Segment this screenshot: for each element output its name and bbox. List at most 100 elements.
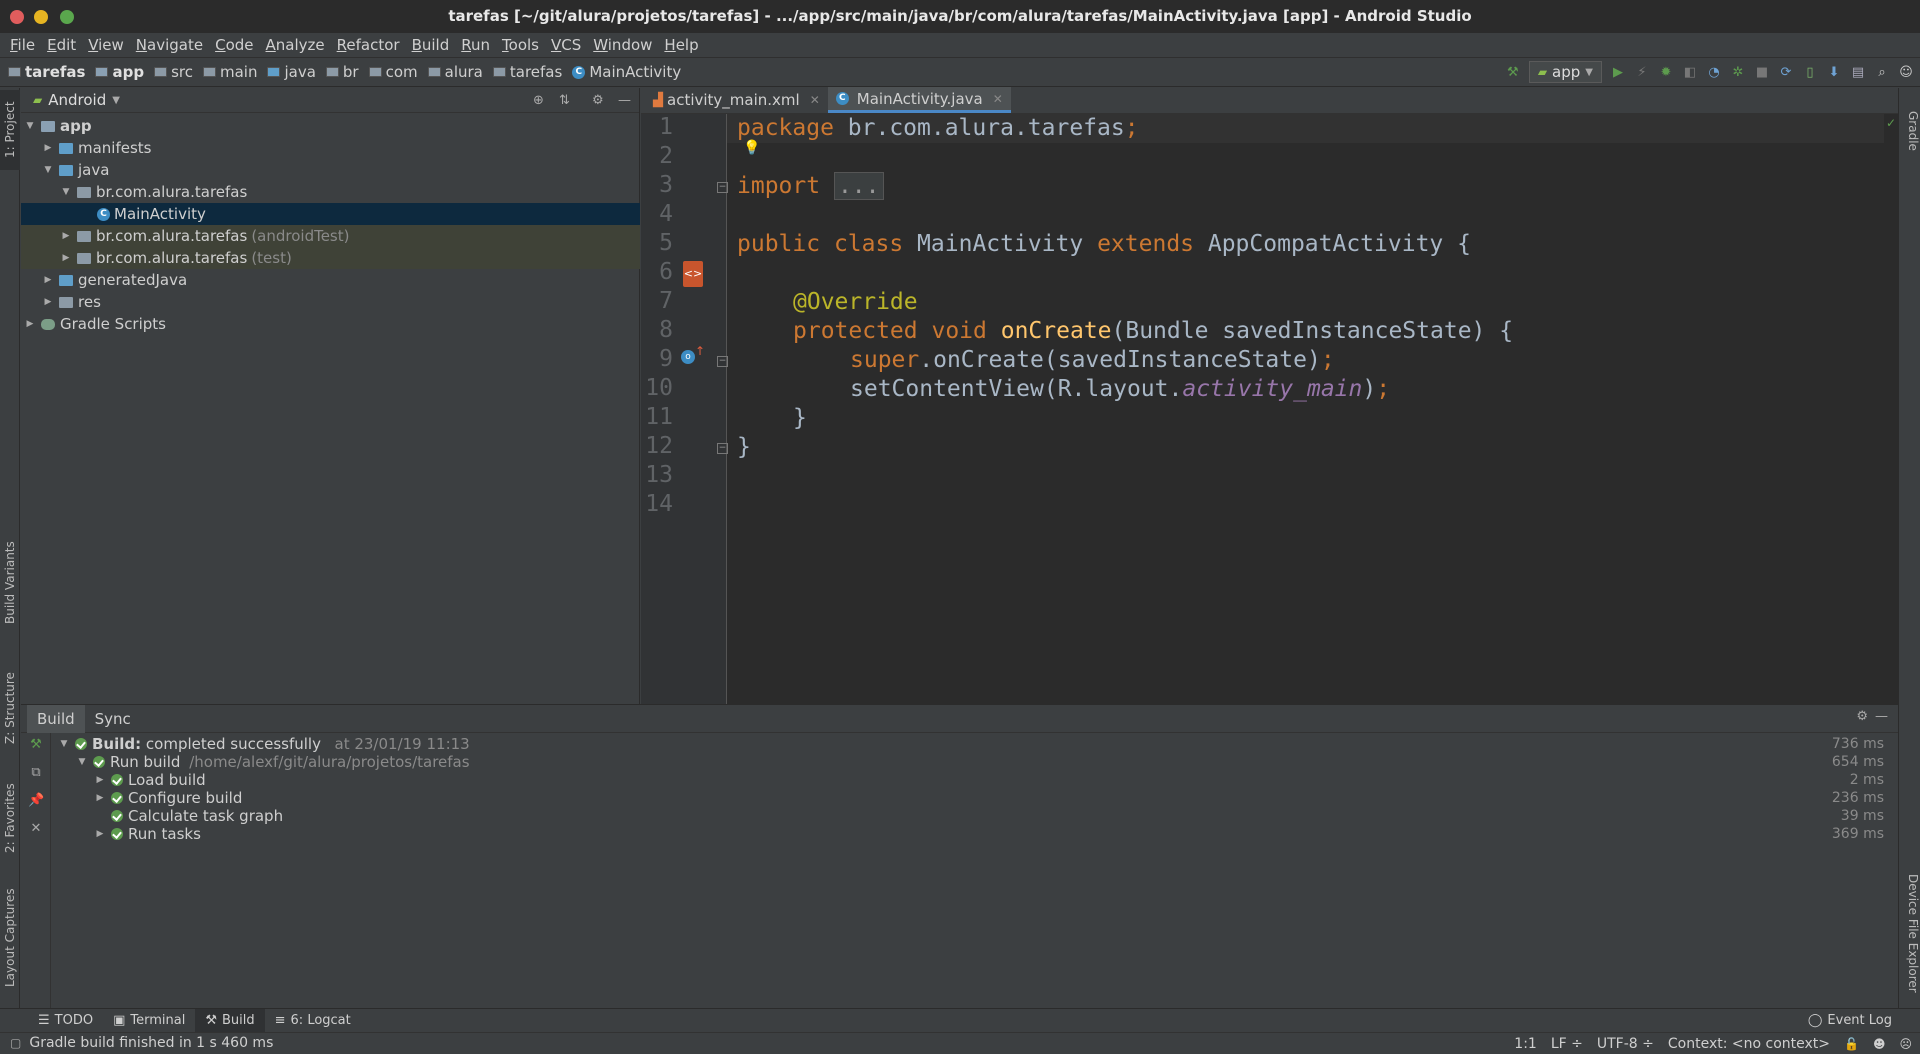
tree-item-package-androidtest[interactable]: ▶ br.com.alura.tarefas (androidTest) bbox=[21, 225, 640, 247]
sdk-manager-icon[interactable]: ⬇ bbox=[1826, 64, 1842, 80]
gear-icon[interactable]: ⚙ bbox=[592, 93, 604, 108]
hide-panel-icon[interactable]: — bbox=[1875, 709, 1888, 724]
breadcrumb-app[interactable]: app bbox=[95, 63, 144, 81]
collapsed-arrow-icon[interactable]: ▶ bbox=[61, 231, 71, 241]
collapsed-arrow-icon[interactable]: ▶ bbox=[95, 829, 105, 839]
menu-tools[interactable]: Tools bbox=[496, 36, 545, 54]
expanded-arrow-icon[interactable]: ▼ bbox=[43, 165, 53, 175]
apply-changes-icon[interactable]: ⚡ bbox=[1634, 64, 1650, 80]
tab-layout-captures[interactable]: Layout Captures bbox=[0, 878, 20, 998]
line-separator[interactable]: LF ÷ bbox=[1551, 1036, 1583, 1052]
breadcrumb-tarefas[interactable]: tarefas bbox=[8, 63, 85, 81]
expanded-arrow-icon[interactable]: ▼ bbox=[77, 757, 87, 767]
avd-manager-icon[interactable]: ▯ bbox=[1802, 64, 1818, 80]
menu-build[interactable]: Build bbox=[406, 36, 456, 54]
project-view-select[interactable]: Android bbox=[48, 91, 106, 109]
gear-icon[interactable]: ⚙ bbox=[1856, 709, 1868, 724]
collapsed-arrow-icon[interactable]: ▶ bbox=[43, 297, 53, 307]
tool-logcat[interactable]: ≡ 6: Logcat bbox=[265, 1009, 361, 1033]
breadcrumb-mainactivity[interactable]: C MainActivity bbox=[572, 63, 681, 81]
menu-help[interactable]: Help bbox=[658, 36, 704, 54]
status-toggle-icon[interactable]: ▢ bbox=[10, 1036, 21, 1050]
rebuild-hammer-icon[interactable]: ⚒ bbox=[28, 737, 44, 753]
profile-icon[interactable]: ◔ bbox=[1706, 64, 1722, 80]
expanded-arrow-icon[interactable]: ▼ bbox=[25, 121, 35, 131]
menu-view[interactable]: View bbox=[82, 36, 130, 54]
search-icon[interactable]: ⌕ bbox=[1874, 64, 1890, 80]
collapsed-arrow-icon[interactable]: ▶ bbox=[95, 793, 105, 803]
build-row-summary[interactable]: ▼ Build: completed successfully at 23/01/… bbox=[59, 735, 470, 753]
tab-sync[interactable]: Sync bbox=[85, 705, 141, 733]
menu-file[interactable]: File bbox=[4, 36, 41, 54]
breadcrumb-main[interactable]: main bbox=[202, 63, 257, 81]
chevron-down-icon[interactable]: ▼ bbox=[112, 95, 120, 106]
tree-item-java[interactable]: ▼ java bbox=[21, 159, 640, 181]
menu-analyze[interactable]: Analyze bbox=[260, 36, 331, 54]
tab-device-file-explorer[interactable]: Device File Explorer bbox=[1898, 858, 1920, 1008]
locate-file-icon[interactable]: ⊕ bbox=[533, 93, 544, 108]
tree-item-app[interactable]: ▼ app bbox=[21, 115, 640, 137]
layout-preview-icon[interactable]: <> bbox=[683, 261, 703, 287]
run-configuration-select[interactable]: ▰ app ▼ bbox=[1528, 61, 1602, 83]
user-avatar-icon[interactable]: ☺ bbox=[1898, 64, 1914, 80]
collapsed-arrow-icon[interactable]: ▶ bbox=[43, 143, 53, 153]
tab-build[interactable]: Build bbox=[27, 704, 85, 733]
tree-item-res[interactable]: ▶ res bbox=[21, 291, 640, 313]
tab-activity-main-xml[interactable]: ▟ activity_main.xml ✕ bbox=[645, 87, 828, 113]
feedback-icon[interactable]: ☹ bbox=[1899, 1037, 1912, 1051]
menu-edit[interactable]: Edit bbox=[41, 36, 82, 54]
menu-window[interactable]: Window bbox=[587, 36, 658, 54]
sync-gradle-icon[interactable]: ⟳ bbox=[1778, 64, 1794, 80]
pin-icon[interactable]: 📌 bbox=[28, 793, 44, 809]
close-icon[interactable]: ✕ bbox=[28, 821, 44, 837]
minimize-window-button[interactable] bbox=[34, 10, 48, 24]
tree-item-gradle-scripts[interactable]: ▶ Gradle Scripts bbox=[21, 313, 640, 335]
tool-event-log[interactable]: ◯ Event Log bbox=[1798, 1009, 1902, 1033]
context-indicator[interactable]: Context: <no context> bbox=[1668, 1036, 1830, 1052]
breadcrumb-src[interactable]: src bbox=[154, 63, 193, 81]
code-area[interactable]: package br.com.alura.tarefas; import ...… bbox=[727, 114, 1898, 704]
build-row-run-tasks[interactable]: ▶ Run tasks bbox=[95, 825, 201, 843]
tree-item-package-test[interactable]: ▶ br.com.alura.tarefas (test) bbox=[21, 247, 640, 269]
breadcrumb-alura[interactable]: alura bbox=[427, 63, 483, 81]
breadcrumb-java[interactable]: java bbox=[267, 63, 316, 81]
collapsed-arrow-icon[interactable]: ▶ bbox=[61, 253, 71, 263]
menu-code[interactable]: Code bbox=[209, 36, 259, 54]
toggle-view-icon[interactable]: ⧉ bbox=[28, 765, 44, 781]
override-method-icon[interactable]: o bbox=[681, 350, 695, 364]
hide-panel-icon[interactable]: — bbox=[618, 93, 631, 108]
caret-position[interactable]: 1:1 bbox=[1514, 1036, 1537, 1052]
tab-structure[interactable]: Z: Structure bbox=[0, 658, 20, 758]
collapse-all-icon[interactable]: ⇅ bbox=[559, 93, 570, 108]
tool-todo[interactable]: ☰ TODO bbox=[28, 1009, 103, 1033]
run-icon[interactable]: ▶ bbox=[1610, 64, 1626, 80]
make-project-hammer-icon[interactable]: ⚒ bbox=[1505, 64, 1521, 80]
menu-run[interactable]: Run bbox=[455, 36, 496, 54]
menu-vcs[interactable]: VCS bbox=[545, 36, 587, 54]
status-message[interactable]: Gradle build finished in 1 s 460 ms bbox=[29, 1035, 273, 1051]
tab-gradle[interactable]: Gradle bbox=[1898, 96, 1920, 166]
close-window-button[interactable] bbox=[10, 10, 24, 24]
folded-imports[interactable]: ... bbox=[833, 172, 884, 200]
collapsed-arrow-icon[interactable]: ▶ bbox=[43, 275, 53, 285]
lock-icon[interactable]: 🔓 bbox=[1844, 1037, 1859, 1051]
tree-item-package-main[interactable]: ▼ br.com.alura.tarefas bbox=[21, 181, 640, 203]
tree-item-manifests[interactable]: ▶ manifests bbox=[21, 137, 640, 159]
breadcrumb-com[interactable]: com bbox=[368, 63, 418, 81]
inspection-icon[interactable]: ☻ bbox=[1873, 1037, 1886, 1051]
maximize-window-button[interactable] bbox=[60, 10, 74, 24]
tree-item-generatedjava[interactable]: ▶ generatedJava bbox=[21, 269, 640, 291]
collapsed-arrow-icon[interactable]: ▶ bbox=[25, 319, 35, 329]
tree-item-mainactivity[interactable]: C MainActivity bbox=[21, 203, 640, 225]
close-tab-icon[interactable]: ✕ bbox=[810, 93, 820, 107]
breadcrumb-tarefas-package[interactable]: tarefas bbox=[492, 63, 562, 81]
breadcrumb-br[interactable]: br bbox=[325, 63, 359, 81]
file-encoding[interactable]: UTF-8 ÷ bbox=[1597, 1036, 1654, 1052]
tab-build-variants[interactable]: Build Variants bbox=[0, 528, 20, 638]
build-row-configure-build[interactable]: ▶ Configure build bbox=[95, 789, 243, 807]
build-row-calculate-task-graph[interactable]: Calculate task graph bbox=[111, 807, 283, 825]
expanded-arrow-icon[interactable]: ▼ bbox=[59, 739, 69, 749]
menu-navigate[interactable]: Navigate bbox=[130, 36, 209, 54]
tab-favorites[interactable]: 2: Favorites bbox=[0, 768, 20, 868]
tab-mainactivity-java[interactable]: C MainActivity.java ✕ bbox=[827, 87, 1011, 113]
